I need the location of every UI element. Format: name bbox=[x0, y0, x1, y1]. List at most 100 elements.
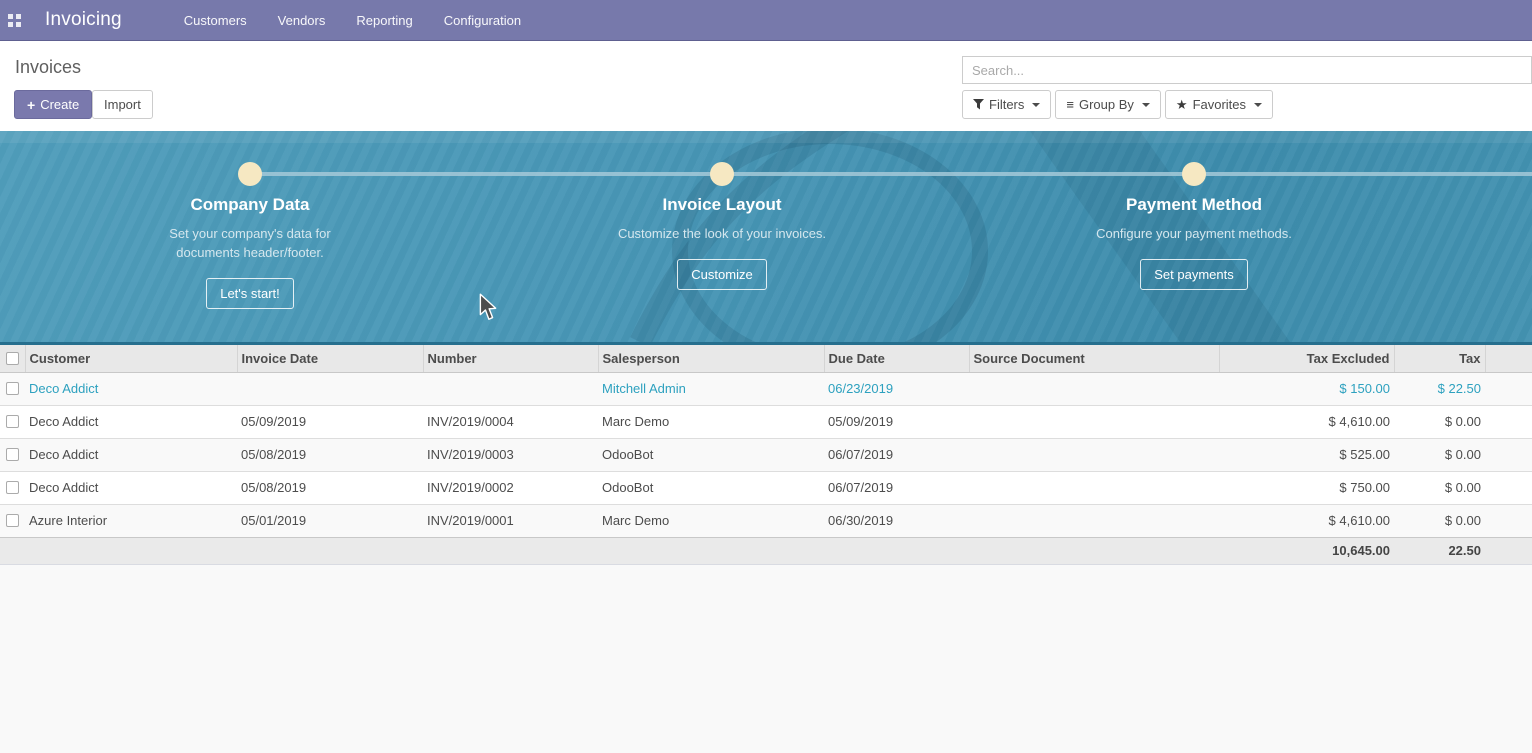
step-title: Payment Method bbox=[1044, 195, 1344, 215]
cell-number[interactable]: INV/2019/0004 bbox=[423, 405, 598, 438]
col-invoice-date[interactable]: Invoice Date bbox=[237, 345, 423, 372]
col-spacer bbox=[1485, 345, 1532, 372]
menu-reporting[interactable]: Reporting bbox=[350, 9, 418, 32]
cell-due-date[interactable]: 06/30/2019 bbox=[824, 504, 969, 537]
step-description: Set your company's data for documents he… bbox=[139, 224, 361, 262]
select-all-header[interactable] bbox=[0, 345, 25, 372]
cell-tax-excluded[interactable]: $ 525.00 bbox=[1219, 438, 1394, 471]
menu-configuration[interactable]: Configuration bbox=[438, 9, 527, 32]
select-all-checkbox[interactable] bbox=[6, 352, 19, 365]
cell-tax[interactable]: $ 22.50 bbox=[1394, 372, 1485, 405]
funnel-icon bbox=[973, 99, 984, 110]
cell-invoice-date[interactable]: 05/08/2019 bbox=[237, 471, 423, 504]
lets-start-button[interactable]: Let's start! bbox=[206, 278, 294, 309]
table-row[interactable]: Deco Addict 05/08/2019 INV/2019/0002 Odo… bbox=[0, 471, 1532, 504]
onboarding-progress-line bbox=[250, 172, 1532, 176]
step-title: Company Data bbox=[100, 195, 400, 215]
cell-customer[interactable]: Deco Addict bbox=[25, 438, 237, 471]
cell-tax-excluded[interactable]: $ 4,610.00 bbox=[1219, 405, 1394, 438]
invoice-table: Customer Invoice Date Number Salesperson… bbox=[0, 345, 1532, 565]
top-navbar: Invoicing Customers Vendors Reporting Co… bbox=[0, 0, 1532, 41]
step-dot-company-data bbox=[238, 162, 262, 186]
cell-tax[interactable]: $ 0.00 bbox=[1394, 405, 1485, 438]
mouse-cursor bbox=[478, 293, 498, 321]
step-description: Configure your payment methods. bbox=[1083, 224, 1305, 243]
table-row[interactable]: Deco Addict Mitchell Admin 06/23/2019 $ … bbox=[0, 372, 1532, 405]
cell-source-document[interactable] bbox=[969, 504, 1219, 537]
cell-number[interactable]: INV/2019/0001 bbox=[423, 504, 598, 537]
row-checkbox[interactable] bbox=[6, 382, 19, 395]
invoicing-screen: Invoicing Customers Vendors Reporting Co… bbox=[0, 0, 1532, 753]
col-source-document[interactable]: Source Document bbox=[969, 345, 1219, 372]
row-checkbox[interactable] bbox=[6, 415, 19, 428]
cell-tax-excluded[interactable]: $ 750.00 bbox=[1219, 471, 1394, 504]
plus-icon: + bbox=[27, 97, 35, 113]
cell-due-date[interactable]: 05/09/2019 bbox=[824, 405, 969, 438]
col-number[interactable]: Number bbox=[423, 345, 598, 372]
totals-row: 10,645.00 22.50 bbox=[0, 537, 1532, 564]
customize-button[interactable]: Customize bbox=[677, 259, 766, 290]
col-salesperson[interactable]: Salesperson bbox=[598, 345, 824, 372]
cell-due-date[interactable]: 06/23/2019 bbox=[824, 372, 969, 405]
group-by-button[interactable]: ≡ Group By bbox=[1055, 90, 1161, 119]
search-input[interactable] bbox=[962, 56, 1532, 84]
chevron-down-icon bbox=[1032, 103, 1040, 107]
cell-tax[interactable]: $ 0.00 bbox=[1394, 504, 1485, 537]
cell-number[interactable]: INV/2019/0002 bbox=[423, 471, 598, 504]
filters-button[interactable]: Filters bbox=[962, 90, 1051, 119]
total-tax: 22.50 bbox=[1394, 537, 1485, 564]
cell-salesperson[interactable]: OdooBot bbox=[598, 471, 824, 504]
col-due-date[interactable]: Due Date bbox=[824, 345, 969, 372]
search-options: Filters ≡ Group By ★ Favorites bbox=[962, 90, 1273, 119]
cell-tax[interactable]: $ 0.00 bbox=[1394, 438, 1485, 471]
table-row[interactable]: Azure Interior 05/01/2019 INV/2019/0001 … bbox=[0, 504, 1532, 537]
total-tax-excluded: 10,645.00 bbox=[1219, 537, 1394, 564]
col-tax[interactable]: Tax bbox=[1394, 345, 1485, 372]
col-customer[interactable]: Customer bbox=[25, 345, 237, 372]
row-checkbox[interactable] bbox=[6, 481, 19, 494]
cell-number[interactable] bbox=[423, 372, 598, 405]
cell-salesperson[interactable]: Marc Demo bbox=[598, 405, 824, 438]
page-title: Invoices bbox=[15, 57, 81, 78]
row-checkbox[interactable] bbox=[6, 514, 19, 527]
menu-customers[interactable]: Customers bbox=[178, 9, 253, 32]
apps-grid-icon[interactable] bbox=[8, 14, 21, 27]
cell-customer[interactable]: Deco Addict bbox=[25, 372, 237, 405]
onboarding-step-payment-method: Payment Method Configure your payment me… bbox=[1044, 195, 1344, 290]
cell-source-document[interactable] bbox=[969, 405, 1219, 438]
cell-invoice-date[interactable] bbox=[237, 372, 423, 405]
cell-customer[interactable]: Deco Addict bbox=[25, 405, 237, 438]
table-row[interactable]: Deco Addict 05/08/2019 INV/2019/0003 Odo… bbox=[0, 438, 1532, 471]
cell-invoice-date[interactable]: 05/09/2019 bbox=[237, 405, 423, 438]
app-title[interactable]: Invoicing bbox=[45, 9, 122, 31]
invoice-list-area: Customer Invoice Date Number Salesperson… bbox=[0, 345, 1532, 753]
table-header-row: Customer Invoice Date Number Salesperson… bbox=[0, 345, 1532, 372]
cell-customer[interactable]: Azure Interior bbox=[25, 504, 237, 537]
set-payments-button[interactable]: Set payments bbox=[1140, 259, 1248, 290]
table-row[interactable]: Deco Addict 05/09/2019 INV/2019/0004 Mar… bbox=[0, 405, 1532, 438]
import-button[interactable]: Import bbox=[92, 90, 153, 119]
cell-tax[interactable]: $ 0.00 bbox=[1394, 471, 1485, 504]
create-button[interactable]: + Create bbox=[14, 90, 92, 119]
cell-due-date[interactable]: 06/07/2019 bbox=[824, 471, 969, 504]
cell-number[interactable]: INV/2019/0003 bbox=[423, 438, 598, 471]
cell-salesperson[interactable]: OdooBot bbox=[598, 438, 824, 471]
menu-vendors[interactable]: Vendors bbox=[272, 9, 332, 32]
onboarding-banner: Company Data Set your company's data for… bbox=[0, 131, 1532, 345]
cell-tax-excluded[interactable]: $ 4,610.00 bbox=[1219, 504, 1394, 537]
cell-invoice-date[interactable]: 05/01/2019 bbox=[237, 504, 423, 537]
favorites-button[interactable]: ★ Favorites bbox=[1165, 90, 1273, 119]
cell-due-date[interactable]: 06/07/2019 bbox=[824, 438, 969, 471]
step-dot-invoice-layout bbox=[710, 162, 734, 186]
row-checkbox[interactable] bbox=[6, 448, 19, 461]
cell-source-document[interactable] bbox=[969, 471, 1219, 504]
cell-salesperson[interactable]: Marc Demo bbox=[598, 504, 824, 537]
col-tax-excluded[interactable]: Tax Excluded bbox=[1219, 345, 1394, 372]
cell-source-document[interactable] bbox=[969, 438, 1219, 471]
cell-customer[interactable]: Deco Addict bbox=[25, 471, 237, 504]
chevron-down-icon bbox=[1142, 103, 1150, 107]
cell-tax-excluded[interactable]: $ 150.00 bbox=[1219, 372, 1394, 405]
cell-invoice-date[interactable]: 05/08/2019 bbox=[237, 438, 423, 471]
cell-source-document[interactable] bbox=[969, 372, 1219, 405]
cell-salesperson[interactable]: Mitchell Admin bbox=[598, 372, 824, 405]
